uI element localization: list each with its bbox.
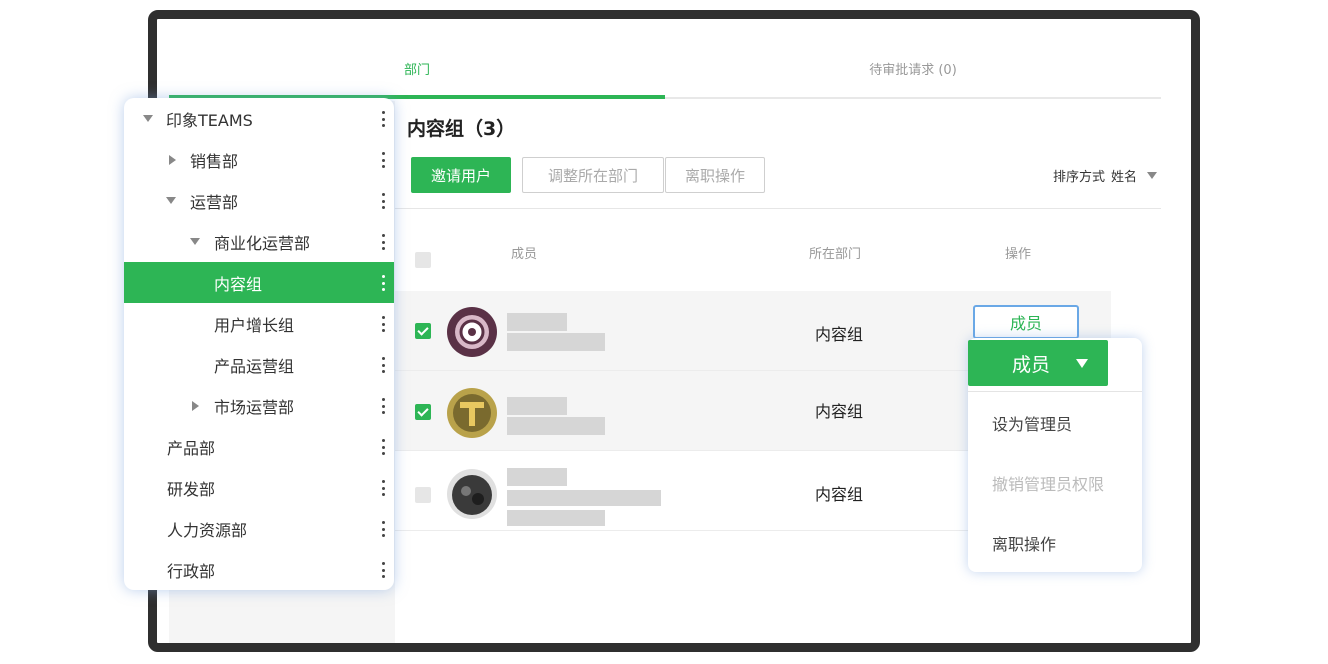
row-department: 内容组 — [815, 402, 864, 421]
department-tree: 印象TEAMS 销售部 运营部 商业化运营部 内容组 用户增长组 产品运营组 市… — [124, 98, 394, 590]
row-department: 内容组 — [815, 325, 864, 344]
blurred-email — [507, 333, 605, 351]
avatar — [447, 469, 497, 519]
tree-node-product[interactable]: 产品部 — [124, 426, 394, 467]
blurred-email — [507, 417, 605, 435]
tree-node-label: 销售部 — [190, 151, 239, 171]
sort-label: 排序方式 — [1052, 170, 1105, 185]
select-all-checkbox[interactable] — [415, 252, 431, 268]
role-dropdown-menu: 成员 设为管理员 撤销管理员权限 离职操作 — [968, 338, 1142, 572]
tree-node-label: 产品运营组 — [214, 356, 295, 376]
row-checkbox[interactable] — [415, 487, 431, 503]
leave-operation-button[interactable]: 离职操作 — [665, 157, 765, 193]
menu-item-leave[interactable]: 离职操作 — [992, 531, 1056, 555]
avatar — [447, 388, 497, 438]
chevron-down-icon — [1147, 172, 1157, 179]
tree-node-label: 运营部 — [190, 192, 239, 212]
tree-node-hr[interactable]: 人力资源部 — [124, 508, 394, 549]
menu-item-revoke-admin: 撤销管理员权限 — [992, 475, 1105, 494]
tree-node-product-ops[interactable]: 产品运营组 — [124, 344, 394, 385]
more-options-icon[interactable] — [381, 357, 385, 373]
tree-node-label: 研发部 — [167, 479, 216, 499]
tree-node-label: 用户增长组 — [214, 315, 295, 335]
tab-departments[interactable]: 部门 — [169, 59, 665, 78]
tree-node-sales[interactable]: 销售部 — [124, 139, 394, 180]
tree-node-rnd[interactable]: 研发部 — [124, 467, 394, 508]
tree-node-label: 印象TEAMS — [166, 110, 253, 130]
tree-node-admin[interactable]: 行政部 — [124, 549, 394, 590]
row-checkbox[interactable] — [415, 404, 431, 420]
sort-value: 姓名 — [1110, 170, 1137, 185]
tree-node-content-group[interactable]: 内容组 — [124, 262, 394, 303]
invite-user-button[interactable]: 邀请用户 — [411, 157, 511, 193]
blurred-name — [507, 397, 567, 415]
tree-node-root[interactable]: 印象TEAMS — [124, 98, 394, 139]
dropdown-divider — [968, 391, 1142, 392]
row-checkbox[interactable] — [415, 323, 431, 339]
tree-node-user-growth[interactable]: 用户增长组 — [124, 303, 394, 344]
tab-pending-requests[interactable]: 待审批请求 (0) — [665, 59, 1161, 78]
more-options-icon[interactable] — [381, 111, 385, 127]
blurred-name — [507, 468, 567, 486]
more-options-icon[interactable] — [381, 193, 385, 209]
role-select-button[interactable]: 成员 — [973, 305, 1079, 339]
tree-node-commercial-ops[interactable]: 商业化运营部 — [124, 221, 394, 262]
tree-node-label: 市场运营部 — [214, 397, 295, 417]
expand-down-icon[interactable] — [166, 197, 176, 204]
header-action: 操作 — [1005, 247, 1032, 262]
adjust-department-button[interactable]: 调整所在部门 — [522, 157, 664, 193]
more-options-icon[interactable] — [381, 521, 385, 537]
tab-bar: 部门 待审批请求 (0) — [169, 19, 1161, 99]
expand-down-icon[interactable] — [190, 238, 200, 245]
caret-down-icon — [1076, 359, 1088, 368]
expand-down-icon[interactable] — [143, 115, 153, 122]
header-member: 成员 — [511, 247, 538, 262]
more-options-icon[interactable] — [381, 275, 385, 291]
tree-node-operations[interactable]: 运营部 — [124, 180, 394, 221]
dropdown-selected-label: 成员 — [1012, 353, 1051, 376]
more-options-icon[interactable] — [381, 152, 385, 168]
blurred-email — [507, 490, 661, 506]
more-options-icon[interactable] — [381, 439, 385, 455]
row-department: 内容组 — [815, 485, 864, 504]
dropdown-selected-role[interactable]: 成员 — [968, 340, 1108, 386]
tree-node-label: 行政部 — [167, 561, 216, 581]
expand-right-icon[interactable] — [169, 154, 176, 165]
tree-node-label: 人力资源部 — [167, 520, 248, 540]
more-options-icon[interactable] — [381, 234, 385, 250]
avatar — [447, 307, 497, 357]
more-options-icon[interactable] — [381, 480, 385, 496]
header-department: 所在部门 — [809, 247, 862, 262]
more-options-icon[interactable] — [381, 316, 385, 332]
expand-right-icon[interactable] — [192, 400, 199, 411]
more-options-icon[interactable] — [381, 398, 385, 414]
menu-item-set-admin[interactable]: 设为管理员 — [992, 411, 1072, 435]
blurred-name — [507, 313, 567, 331]
page-title: 内容组（3） — [407, 118, 516, 140]
more-options-icon[interactable] — [381, 562, 385, 578]
blurred-extra — [507, 510, 605, 526]
table-header: 成员 所在部门 操作 — [395, 209, 1111, 291]
tree-node-marketing-ops[interactable]: 市场运营部 — [124, 385, 394, 426]
tree-node-label: 商业化运营部 — [214, 233, 311, 253]
tree-node-label: 产品部 — [167, 438, 216, 458]
sort-control[interactable]: 排序方式 姓名 — [1053, 166, 1157, 185]
tree-node-label: 内容组 — [214, 274, 263, 294]
